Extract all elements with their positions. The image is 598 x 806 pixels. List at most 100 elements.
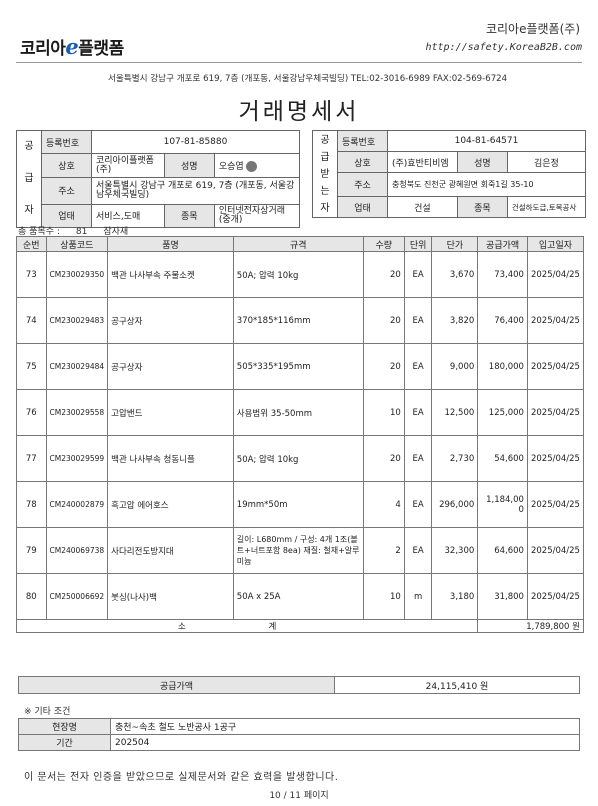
- cell-date: 2025/04/25: [526, 527, 585, 574]
- cell-no: 80: [16, 573, 47, 620]
- cell-price: 296,000: [431, 481, 479, 528]
- cell-unit: EA: [403, 297, 433, 344]
- table-row: 78 CM240002879 흑고압 에어호스 19mm*50m 4 EA 29…: [16, 481, 585, 528]
- cell-no: 78: [16, 481, 47, 528]
- items-table: 순번 상품코드 품명 규격 수량 단위 단가 공급가액 입고일자 73 CM23…: [15, 236, 585, 633]
- cell-no: 75: [16, 343, 47, 390]
- col-date: 입고일자: [526, 236, 585, 252]
- col-amount: 공급가액: [477, 236, 528, 252]
- cell-spec: 370*185*116mm: [232, 297, 364, 344]
- header-divider: [16, 62, 582, 63]
- site-label: 현장명: [18, 718, 111, 735]
- cell-amount: 73,400: [477, 251, 528, 298]
- col-price: 단가: [431, 236, 479, 252]
- cell-code: CM230029558: [45, 389, 109, 436]
- cell-spec: 길이: L680mm / 구성: 4개 1조(볼트+너트포함 8ea) 재질: …: [232, 527, 364, 574]
- cell-name: 백관 나사부속 청동니플: [107, 435, 234, 482]
- cell-date: 2025/04/25: [526, 573, 585, 620]
- col-unit: 단위: [403, 236, 433, 252]
- total-amount: 24,115,410 원: [334, 676, 580, 694]
- cell-no: 74: [16, 297, 47, 344]
- cell-unit: EA: [403, 435, 433, 482]
- cell-qty: 20: [362, 297, 405, 344]
- col-no: 순번: [16, 236, 47, 252]
- cell-date: 2025/04/25: [526, 297, 585, 344]
- cell-amount: 180,000: [477, 343, 528, 390]
- cell-unit: m: [403, 573, 433, 620]
- table-row: 77 CM230029599 백관 나사부속 청동니플 50A; 압력 10kg…: [16, 435, 585, 482]
- cell-qty: 2: [362, 527, 405, 574]
- cell-unit: EA: [403, 527, 433, 574]
- cell-code: CM230029350: [45, 251, 109, 298]
- cell-qty: 20: [362, 435, 405, 482]
- receiver-reg-no: 104-81-64571: [387, 130, 586, 152]
- cell-qty: 10: [362, 389, 405, 436]
- authentication-notice: 이 문서는 전자 인증을 받았으므로 실제문서와 같은 효력을 발생합니다.: [24, 772, 339, 783]
- cell-amount: 125,000: [477, 389, 528, 436]
- company-url[interactable]: http://safety.KoreaB2B.com: [425, 42, 582, 53]
- table-row: 80 CM250006692 붓싱(나사)백 50A x 25A 10 m 3,…: [16, 573, 585, 620]
- cell-unit: EA: [403, 343, 433, 390]
- col-spec: 규격: [232, 236, 364, 252]
- company-address: 서울특별시 강남구 개포로 619, 7층 (개포동, 서울강남우체국빌딩) T…: [108, 74, 508, 84]
- cell-amount: 31,800: [477, 573, 528, 620]
- cell-amount: 64,600: [477, 527, 528, 574]
- table-row: 74 CM230029483 공구상자 370*185*116mm 20 EA …: [16, 297, 585, 344]
- cell-spec: 505*335*195mm: [232, 343, 364, 390]
- cell-spec: 사용범위 35-50mm: [232, 389, 364, 436]
- total-table: 공급가액 24,115,410 원: [18, 676, 580, 694]
- cell-code: CM240002879: [45, 481, 109, 528]
- cell-amount: 1,184,000: [477, 481, 528, 528]
- supplier-reg-label: 등록번호: [41, 129, 92, 155]
- total-label: 공급가액: [18, 676, 335, 694]
- cell-no: 73: [16, 251, 47, 298]
- cell-qty: 10: [362, 573, 405, 620]
- supplier-table: 공급자 등록번호 107-81-85880 상호 코리아이플랫폼(주) 성명 오…: [16, 129, 301, 229]
- cell-price: 2,730: [431, 435, 479, 482]
- cell-price: 9,000: [431, 343, 479, 390]
- subtotal-label: 소 계: [15, 619, 479, 633]
- other-conditions-label: ※ 기타 조건: [24, 707, 71, 717]
- cell-no: 79: [16, 527, 47, 574]
- cell-date: 2025/04/25: [526, 343, 585, 390]
- cell-price: 3,670: [431, 251, 479, 298]
- page-indicator: 10 / 11 페이지: [269, 791, 329, 801]
- receiver-name: (주)효반티비엠: [387, 151, 458, 173]
- receiver-name-label: 상호: [337, 151, 388, 173]
- cell-price: 3,820: [431, 297, 479, 344]
- cell-date: 2025/04/25: [526, 251, 585, 298]
- receiver-addr: 충청북도 진천군 광혜원면 회죽1길 35-10: [387, 172, 586, 197]
- cell-name: 흑고압 에어호스: [107, 481, 234, 528]
- receiver-biz: 건설: [387, 196, 458, 218]
- cell-unit: EA: [403, 251, 433, 298]
- cell-name: 사다리전도방지대: [107, 527, 234, 574]
- cell-name: 공구상자: [107, 343, 234, 390]
- supplier-rep-label: 성명: [163, 153, 215, 178]
- subtotal-row: 소 계 1,789,800 원: [15, 619, 584, 633]
- cell-code: CM230029484: [45, 343, 109, 390]
- receiver-type-label: 종목: [456, 196, 508, 218]
- receiver-type: 건설하도급,토목공사: [506, 196, 587, 218]
- cell-no: 77: [16, 435, 47, 482]
- receiver-rep-label: 성명: [456, 151, 508, 173]
- cell-date: 2025/04/25: [526, 389, 585, 436]
- receiver-reg-label: 등록번호: [337, 130, 388, 152]
- supplier-type: 인터넷전자상거래(중개): [213, 203, 301, 229]
- table-row: 73 CM230029350 백관 나사부속 주물소켓 50A; 압력 10kg…: [16, 251, 585, 298]
- cell-name: 붓싱(나사)백: [107, 573, 234, 620]
- table-row: 79 CM240069738 사다리전도방지대 길이: L680mm / 구성:…: [16, 527, 585, 574]
- col-qty: 수량: [362, 236, 405, 252]
- table-row: 75 CM230029484 공구상자 505*335*195mm 20 EA …: [16, 343, 585, 390]
- cell-code: CM230029483: [45, 297, 109, 344]
- cell-date: 2025/04/25: [526, 435, 585, 482]
- supplier-name: 코리아이플랫폼(주): [91, 153, 165, 178]
- cell-unit: EA: [403, 481, 433, 528]
- col-code: 상품코드: [45, 236, 109, 252]
- cell-spec: 50A; 압력 10kg: [232, 251, 364, 298]
- cell-spec: 50A; 압력 10kg: [232, 435, 364, 482]
- cell-amount: 54,600: [477, 435, 528, 482]
- receiver-rep: 김은정: [506, 151, 587, 173]
- subtotal-amount: 1,789,800 원: [477, 619, 584, 633]
- cell-name: 백관 나사부속 주물소켓: [107, 251, 234, 298]
- cell-unit: EA: [403, 389, 433, 436]
